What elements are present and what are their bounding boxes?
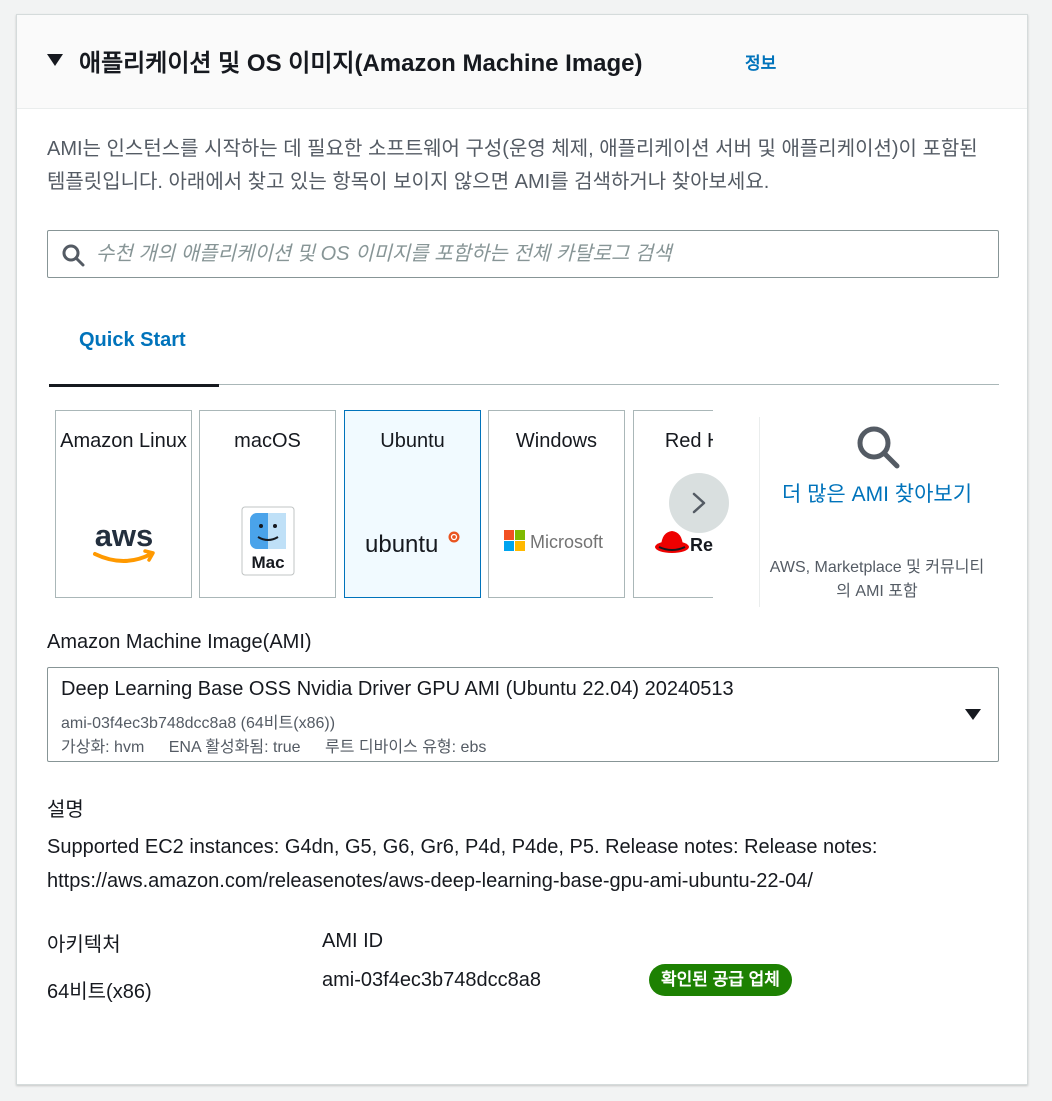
card-windows[interactable]: Windows Microsoft [488, 410, 625, 598]
svg-text:Microsoft: Microsoft [530, 532, 603, 552]
card-label: Amazon Linux [60, 430, 187, 452]
ami-tabs: Quick Start [49, 313, 999, 387]
card-macos[interactable]: macOS Mac [199, 410, 336, 598]
architecture-value: 64비트(x86) [47, 981, 152, 1003]
card-label: macOS [234, 430, 301, 452]
panel-description: AMI는 인스턴스를 시작하는 데 필요한 소프트웨어 구성(운영 체제, 애플… [47, 138, 978, 193]
svg-text:Mac: Mac [251, 553, 284, 572]
collapse-caret-icon[interactable] [47, 54, 63, 66]
root-device-tag: 루트 디바이스 유형: ebs [325, 739, 487, 756]
card-label: Windows [515, 430, 598, 452]
browse-more-amis: 더 많은 AMI 찾아보기 AWS, Marketplace 및 커뮤니티의 A… [767, 420, 987, 610]
vertical-divider [759, 417, 760, 607]
catalog-search[interactable] [47, 230, 999, 278]
virtualization-tag: 가상화: hvm [61, 739, 145, 756]
ami-selected-name: Deep Learning Base OSS Nvidia Driver GPU… [61, 678, 734, 700]
panel-header: 애플리케이션 및 OS 이미지(Amazon Machine Image) 정보 [17, 15, 1027, 109]
panel-title: 애플리케이션 및 OS 이미지(Amazon Machine Image) [79, 50, 643, 77]
search-icon [62, 244, 85, 267]
chevron-right-icon [692, 492, 706, 514]
ena-tag: ENA 활성화됨: true [168, 739, 301, 756]
browse-more-link[interactable]: 더 많은 AMI 찾아보기 [767, 478, 987, 511]
ubuntu-logo: ubuntu [345, 506, 480, 576]
cards-next-button[interactable] [669, 473, 729, 533]
ami-select-label: Amazon Machine Image(AMI) [47, 631, 312, 653]
chevron-down-icon [965, 709, 981, 720]
description-text: Supported EC2 instances: G4dn, G5, G6, G… [47, 836, 878, 892]
ami-tags: 가상화: hvm ENA 활성화됨: true 루트 디바이스 유형: ebs [61, 733, 506, 757]
search-input[interactable] [96, 231, 986, 277]
architecture-label: 아키텍처 [47, 934, 121, 956]
aws-logo: aws [56, 506, 191, 576]
svg-text:ubuntu: ubuntu [365, 531, 438, 558]
search-icon[interactable] [855, 424, 901, 470]
card-ubuntu[interactable]: Ubuntu ubuntu [344, 410, 481, 598]
browse-more-subtext: AWS, Marketplace 및 커뮤니티의 AMI 포함 [769, 559, 985, 600]
verified-provider-badge: 확인된 공급 업체 [649, 964, 792, 996]
card-label: Red Hat [664, 430, 713, 452]
tab-quick-start[interactable]: Quick Start [49, 313, 219, 387]
mac-finder-logo: Mac [200, 506, 335, 576]
ami-selected-meta: ami-03f4ec3b748dcc8a8 (64비트(x86)) [61, 715, 336, 732]
quick-start-cards: Amazon Linux aws macOS Mac Ubuntu ubuntu… [55, 410, 713, 598]
info-link[interactable]: 정보 [745, 49, 776, 74]
ami-panel: 애플리케이션 및 OS 이미지(Amazon Machine Image) 정보… [16, 14, 1028, 1085]
ami-id-label: AMI ID [322, 930, 384, 952]
ami-id-value: ami-03f4ec3b748dcc8a8 [322, 969, 542, 991]
svg-text:Red Hat: Red Hat [690, 535, 714, 555]
ami-select[interactable]: Deep Learning Base OSS Nvidia Driver GPU… [47, 667, 999, 762]
microsoft-logo: Microsoft [489, 506, 624, 576]
description-label: 설명 [47, 799, 84, 821]
tab-label: Quick Start [79, 329, 186, 351]
active-tab-indicator [49, 384, 219, 387]
card-amazon-linux[interactable]: Amazon Linux aws [55, 410, 192, 598]
svg-text:aws: aws [94, 518, 153, 553]
card-label: Ubuntu [380, 430, 445, 452]
